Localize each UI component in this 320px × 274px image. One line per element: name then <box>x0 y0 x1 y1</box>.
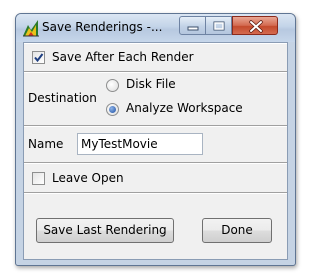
destination-label: Destination <box>28 91 97 105</box>
save-renderings-dialog: Save Renderings -... Save After Each Ren… <box>15 13 296 266</box>
window-title: Save Renderings -... <box>42 20 163 34</box>
save-last-rendering-button[interactable]: Save Last Rendering <box>36 218 174 243</box>
button-panel: Save Last Rendering Done <box>24 193 287 259</box>
close-button[interactable] <box>232 16 278 35</box>
dialog-body: Save After Each Render Destination Disk … <box>23 42 288 260</box>
analyze-workspace-label: Analyze Workspace <box>126 101 243 115</box>
leave-open-checkbox[interactable] <box>32 172 45 185</box>
save-after-render-checkbox[interactable] <box>32 51 45 64</box>
done-button[interactable]: Done <box>202 218 272 243</box>
name-input[interactable] <box>77 133 203 155</box>
leave-open-panel: Leave Open <box>24 163 287 193</box>
title-bar[interactable]: Save Renderings -... <box>16 14 295 42</box>
minimize-icon <box>187 26 199 31</box>
maximize-button[interactable] <box>206 16 232 35</box>
radio-selected-dot <box>109 106 116 113</box>
destination-panel: Destination Disk File Analyze Workspace <box>24 72 287 126</box>
close-icon <box>249 20 263 33</box>
name-label: Name <box>28 137 64 151</box>
chart-app-icon <box>22 19 40 37</box>
radio-disk-file[interactable] <box>106 79 119 92</box>
checkmark-icon <box>34 53 44 63</box>
maximize-icon <box>213 21 225 31</box>
save-after-render-label: Save After Each Render <box>52 50 194 64</box>
radio-analyze-workspace[interactable] <box>106 103 119 116</box>
name-panel: Name <box>24 126 287 163</box>
minimize-button[interactable] <box>179 16 206 35</box>
save-after-render-panel: Save After Each Render <box>24 43 287 72</box>
leave-open-label: Leave Open <box>52 171 124 185</box>
disk-file-label: Disk File <box>126 77 176 91</box>
